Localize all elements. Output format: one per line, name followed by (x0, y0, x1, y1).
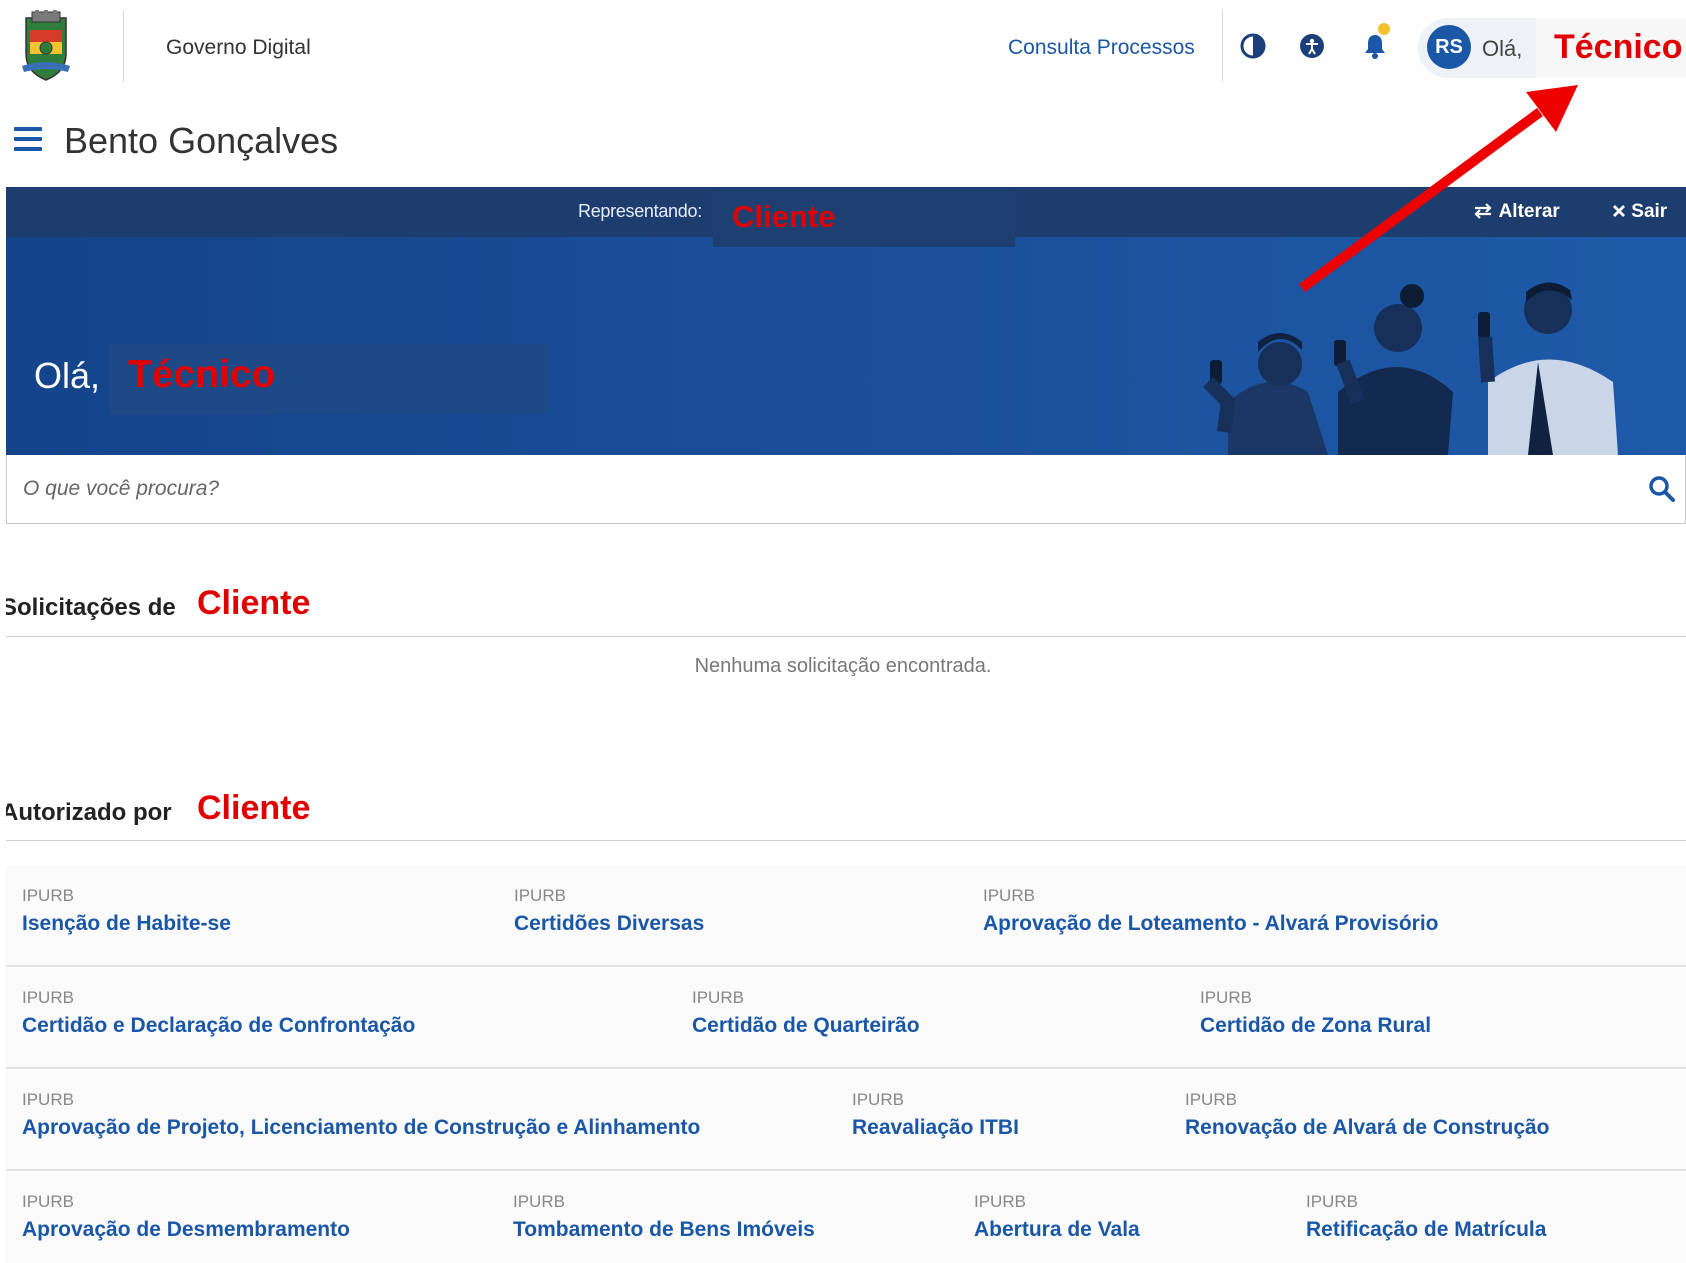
authorized-annotation: Cliente (197, 789, 311, 827)
service-item[interactable]: IPURB Certidões Diversas (514, 886, 704, 936)
service-item[interactable]: IPURB Certidão de Zona Rural (1200, 988, 1431, 1038)
service-org: IPURB (692, 988, 744, 1007)
service-link[interactable]: Aprovação de Desmembramento (22, 1218, 350, 1242)
service-org: IPURB (22, 1192, 74, 1211)
menu-icon[interactable] (14, 127, 42, 151)
requests-title: Solicitações de (6, 594, 176, 621)
top-header: Governo Digital Consulta Processos RS Ol… (0, 0, 1686, 100)
service-item[interactable]: IPURB Certidão e Declaração de Confronta… (22, 988, 415, 1038)
services-row: IPURB Isenção de Habite-se IPURB Certidõ… (6, 866, 1686, 967)
service-org: IPURB (514, 886, 566, 905)
search-bar (6, 455, 1686, 524)
bell-icon[interactable] (1361, 32, 1389, 60)
consulta-processos-link[interactable]: Consulta Processos (1008, 36, 1195, 60)
service-link[interactable]: Aprovação de Loteamento - Alvará Provisó… (983, 912, 1439, 936)
search-icon[interactable] (1648, 475, 1676, 503)
service-link[interactable]: Renovação de Alvará de Construção (1185, 1116, 1550, 1140)
banner-name-annotation: Técnico (128, 353, 276, 396)
service-item[interactable]: IPURB Aprovação de Projeto, Licenciament… (22, 1090, 700, 1140)
services-row: IPURB Aprovação de Desmembramento IPURB … (6, 1172, 1686, 1263)
user-greeting: Olá, (1482, 36, 1523, 61)
service-item[interactable]: IPURB Certidão de Quarteirão (692, 988, 920, 1038)
service-link[interactable]: Aprovação de Projeto, Licenciamento de C… (22, 1116, 700, 1140)
service-link[interactable]: Isenção de Habite-se (22, 912, 231, 936)
authorized-title: Autorizado por (6, 799, 172, 826)
service-item[interactable]: IPURB Aprovação de Desmembramento (22, 1192, 350, 1242)
accessibility-icon[interactable] (1298, 32, 1326, 60)
service-org: IPURB (22, 886, 74, 905)
requests-annotation: Cliente (197, 584, 311, 622)
service-org: IPURB (1200, 988, 1252, 1007)
service-link[interactable]: Certidão de Quarteirão (692, 1014, 920, 1038)
service-org: IPURB (513, 1192, 565, 1211)
search-input[interactable] (23, 467, 1603, 511)
service-link[interactable]: Retificação de Matrícula (1306, 1218, 1546, 1242)
service-item[interactable]: IPURB Reavaliação ITBI (852, 1090, 1019, 1140)
service-link[interactable]: Abertura de Vala (974, 1218, 1140, 1242)
service-link[interactable]: Tombamento de Bens Imóveis (513, 1218, 815, 1242)
service-link[interactable]: Certidões Diversas (514, 912, 704, 936)
requests-empty-message: Nenhuma solicitação encontrada. (694, 655, 992, 677)
user-name-annotation: Técnico (1554, 28, 1683, 66)
city-name: Bento Gonçalves (64, 120, 339, 161)
service-item[interactable]: IPURB Isenção de Habite-se (22, 886, 231, 936)
header-divider-right (1222, 10, 1223, 82)
service-item[interactable]: IPURB Tombamento de Bens Imóveis (513, 1192, 815, 1242)
notification-dot (1378, 23, 1390, 35)
service-link[interactable]: Certidão de Zona Rural (1200, 1014, 1431, 1038)
service-org: IPURB (983, 886, 1035, 905)
service-org: IPURB (1306, 1192, 1358, 1211)
avatar[interactable]: RS (1427, 25, 1471, 69)
crest-logo[interactable] (18, 10, 74, 84)
swap-icon (1474, 203, 1492, 219)
requests-divider (6, 636, 1686, 637)
service-link[interactable]: Certidão e Declaração de Confrontação (22, 1014, 415, 1038)
exit-button[interactable]: Sair (1612, 201, 1667, 223)
service-org: IPURB (852, 1090, 904, 1109)
service-item[interactable]: IPURB Renovação de Alvará de Construção (1185, 1090, 1550, 1140)
services-row: IPURB Aprovação de Projeto, Licenciament… (6, 1070, 1686, 1171)
welcome-banner: Representando: Cliente Alterar Sair Olá,… (6, 187, 1686, 455)
org-title: Governo Digital (166, 36, 311, 59)
contrast-icon[interactable] (1239, 32, 1267, 60)
service-item[interactable]: IPURB Retificação de Matrícula (1306, 1192, 1546, 1242)
people-illustration (1203, 282, 1618, 455)
banner-greeting: Olá, (34, 355, 101, 396)
change-button[interactable]: Alterar (1472, 201, 1560, 223)
service-org: IPURB (22, 988, 74, 1007)
representing-annotation: Cliente (732, 199, 836, 234)
service-org: IPURB (974, 1192, 1026, 1211)
exit-label: Sair (1631, 201, 1668, 222)
service-org: IPURB (22, 1090, 74, 1109)
representing-label: Representando: (578, 201, 702, 221)
authorized-divider (6, 840, 1686, 841)
service-link[interactable]: Reavaliação ITBI (852, 1116, 1019, 1140)
services-row: IPURB Certidão e Declaração de Confronta… (6, 968, 1686, 1069)
service-item[interactable]: IPURB Abertura de Vala (974, 1192, 1140, 1242)
header-divider (123, 10, 124, 82)
change-label: Alterar (1498, 201, 1560, 222)
close-icon (1613, 205, 1625, 217)
service-org: IPURB (1185, 1090, 1237, 1109)
service-item[interactable]: IPURB Aprovação de Loteamento - Alvará P… (983, 886, 1439, 936)
